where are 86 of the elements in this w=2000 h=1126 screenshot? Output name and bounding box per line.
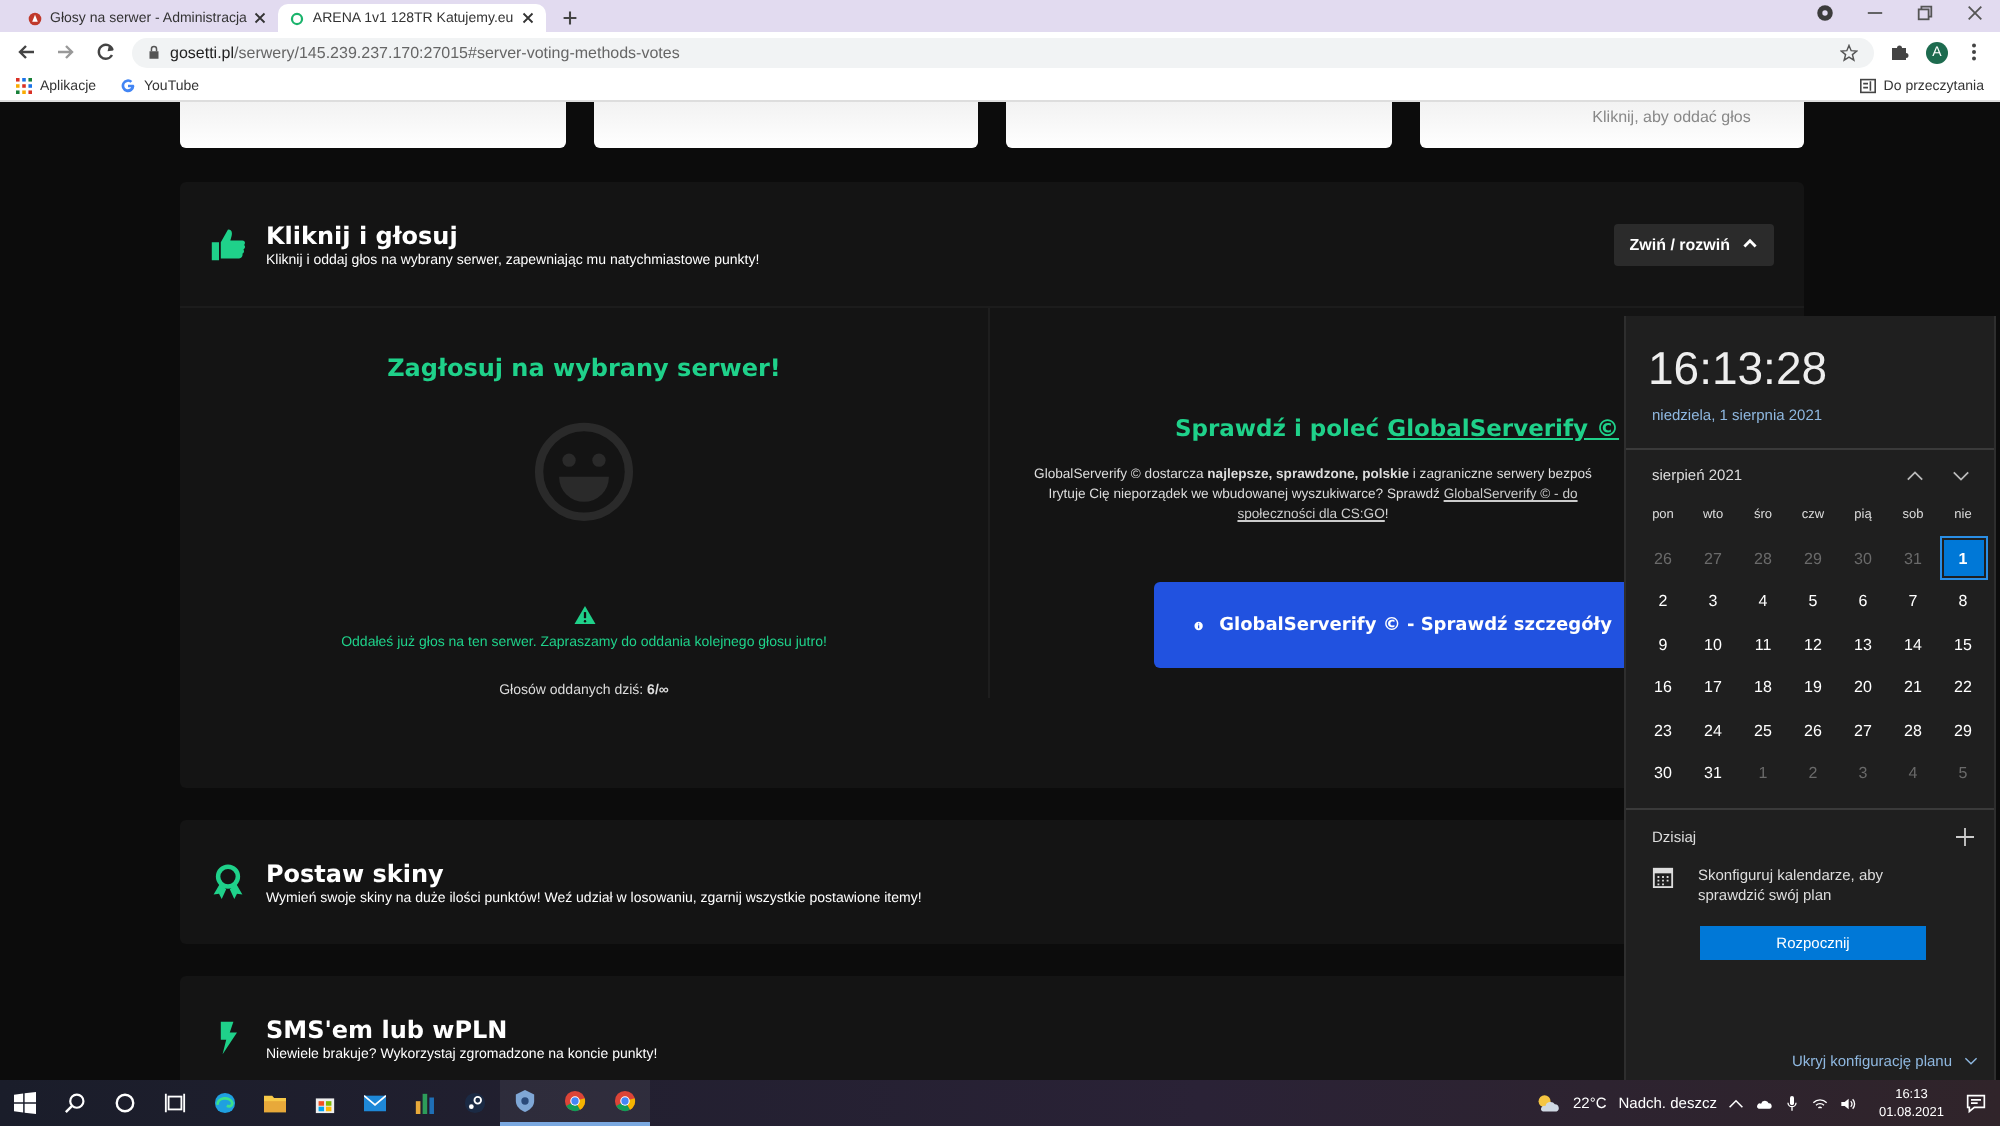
- lock-icon: [148, 44, 160, 60]
- shopping-bag-icon: [314, 1092, 336, 1114]
- thumbs-up-icon: [210, 226, 246, 262]
- calendar-day[interactable]: 14: [1893, 626, 1933, 663]
- calendar-day[interactable]: 30: [1643, 755, 1683, 792]
- chevron-icon: [1964, 1056, 1978, 1066]
- calendar-day[interactable]: 8: [1943, 583, 1983, 620]
- folder-icon: [264, 1092, 286, 1114]
- speaker-icon[interactable]: [1840, 1095, 1857, 1111]
- calendar-day[interactable]: 22: [1943, 669, 1983, 706]
- next-month-icon[interactable]: [1952, 469, 1970, 481]
- card-text: Kliknij, aby oddać głos: [1590, 108, 1751, 126]
- record-icon[interactable]: [1816, 4, 1834, 22]
- calendar-day[interactable]: 21: [1893, 669, 1933, 706]
- details-button[interactable]: GlobalServerify © - Sprawdź szczegóły: [1154, 582, 1624, 668]
- forward-icon[interactable]: [56, 42, 76, 62]
- calendar-day[interactable]: 5: [1793, 583, 1833, 620]
- calendar-day[interactable]: 31: [1693, 755, 1733, 792]
- calendar-day[interactable]: 9: [1643, 626, 1683, 663]
- calendar-day[interactable]: 3: [1693, 583, 1733, 620]
- section-title: Kliknij i głosuj: [266, 221, 460, 249]
- task-view-icon: [164, 1092, 186, 1114]
- back-icon[interactable]: [16, 42, 36, 62]
- calendar-day[interactable]: 25: [1743, 712, 1783, 749]
- calendar-day[interactable]: 24: [1693, 712, 1733, 749]
- section-title: SMS'em lub wPLN: [266, 1015, 510, 1043]
- url-text: gosetti.pl/serwery/145.239.237.170:27015#server-voting-methods-votes: [170, 43, 680, 61]
- calendar-day[interactable]: 27: [1843, 712, 1883, 749]
- reading-list-icon: [1859, 78, 1876, 94]
- calendar-day[interactable]: 20: [1843, 669, 1883, 706]
- shield-app-icon: [514, 1090, 536, 1112]
- g-logo-icon: [120, 78, 137, 94]
- calendar-day[interactable]: 7: [1893, 583, 1933, 620]
- address-bar[interactable]: gosetti.pl/serwery/145.239.237.170:27015#server-voting-methods-votes: [132, 37, 1874, 67]
- calendar-day[interactable]: 4: [1743, 583, 1783, 620]
- apps-grid-icon: [16, 78, 32, 94]
- calendar-day[interactable]: 2: [1643, 583, 1683, 620]
- favicon-icon: [290, 11, 305, 25]
- add-icon[interactable]: [1956, 827, 1974, 845]
- promo-link[interactable]: GlobalServerify ©: [1387, 414, 1620, 442]
- calendar-day[interactable]: 19: [1793, 669, 1833, 706]
- restore-icon[interactable]: [1916, 4, 1934, 22]
- warning-icon: [571, 605, 597, 624]
- calendar-day[interactable]: 17: [1693, 669, 1733, 706]
- clock-time: 16:13:28: [1648, 342, 1830, 396]
- circle-icon: [114, 1092, 136, 1114]
- calendar-day[interactable]: 18: [1743, 669, 1783, 706]
- taskbar-button[interactable]: [600, 1080, 650, 1126]
- puzzle-icon[interactable]: [1890, 42, 1910, 62]
- calendar-icon: [1652, 865, 1674, 887]
- calendar-day[interactable]: 6: [1843, 583, 1883, 620]
- collapse-toggle-button[interactable]: Zwiń / rozwiń: [1613, 223, 1774, 265]
- new-tab-icon[interactable]: [561, 10, 578, 26]
- close-icon[interactable]: [521, 12, 534, 24]
- calendar-day[interactable]: 26: [1793, 712, 1833, 749]
- calendar-day[interactable]: 29: [1943, 712, 1983, 749]
- wifi-icon[interactable]: [1812, 1095, 1829, 1111]
- microphone-icon[interactable]: [1784, 1095, 1801, 1111]
- notifications-icon[interactable]: [1966, 1093, 1986, 1113]
- award-ribbon-icon: [210, 864, 246, 900]
- reload-icon[interactable]: [96, 42, 116, 62]
- calendar-day[interactable]: 23: [1643, 712, 1683, 749]
- info-icon: [1194, 617, 1204, 633]
- favicon-icon: [28, 11, 42, 25]
- previous-month-icon[interactable]: [1906, 469, 1924, 481]
- calendar-day[interactable]: 28: [1893, 712, 1933, 749]
- search-icon: [64, 1092, 86, 1114]
- windows-logo-icon: [14, 1092, 36, 1114]
- cloud-icon[interactable]: [1756, 1095, 1773, 1111]
- weather-icon[interactable]: [1536, 1092, 1561, 1114]
- section-title: Postaw skiny: [266, 859, 446, 887]
- calendar-day[interactable]: 15: [1943, 626, 1983, 663]
- close-icon[interactable]: [1966, 4, 1984, 22]
- close-icon[interactable]: [254, 12, 267, 24]
- caret-up-icon[interactable]: [1728, 1095, 1745, 1111]
- calendar-day[interactable]: 10: [1693, 626, 1733, 663]
- calendar-day[interactable]: 11: [1743, 626, 1783, 663]
- calendar-day[interactable]: 13: [1843, 626, 1883, 663]
- calendar-day[interactable]: 16: [1643, 669, 1683, 706]
- calendar-day[interactable]: 1: [1943, 540, 1983, 577]
- chart-app-icon: [414, 1092, 436, 1114]
- vote-heading: Zagłosuj na wybrany serwer!: [387, 354, 781, 382]
- calendar-day[interactable]: 12: [1793, 626, 1833, 663]
- mail-icon: [364, 1092, 386, 1114]
- star-icon[interactable]: [1840, 43, 1858, 61]
- browser-icon: [214, 1092, 236, 1114]
